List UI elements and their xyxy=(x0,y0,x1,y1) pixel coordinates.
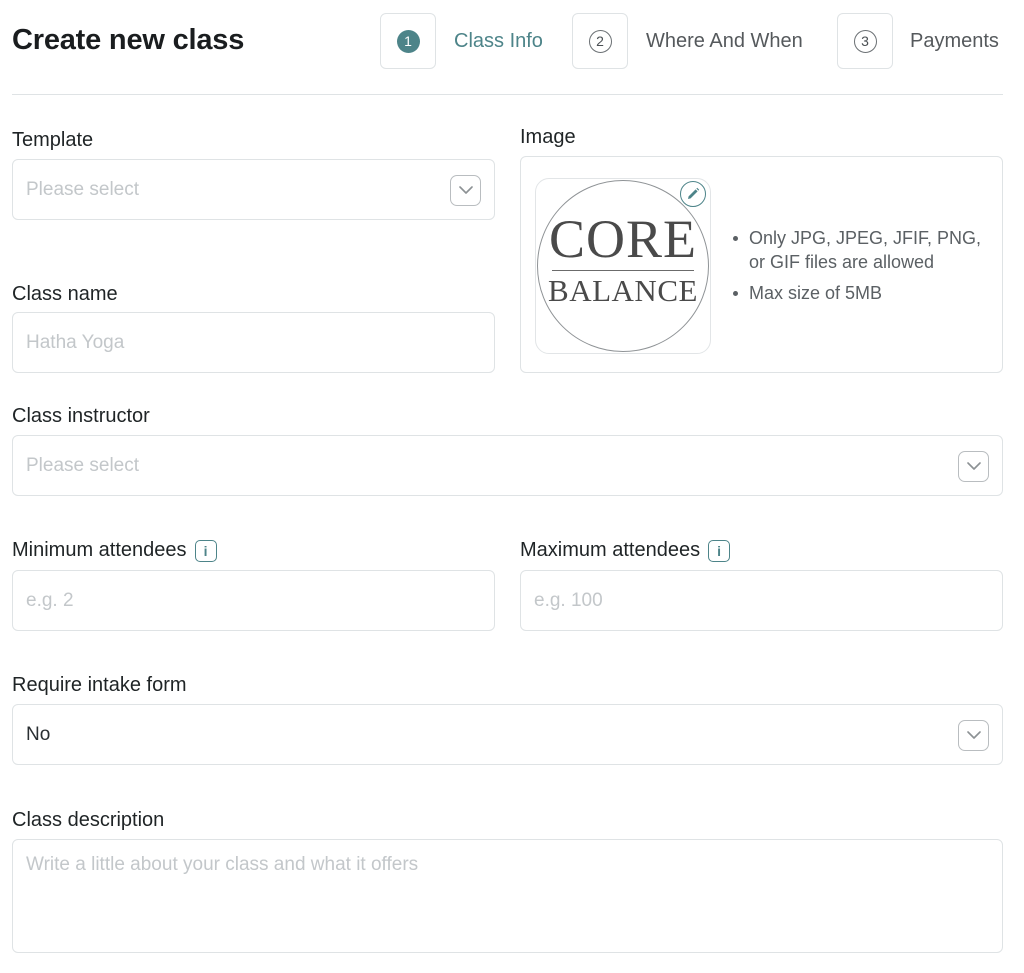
logo-text-balance: BALANCE xyxy=(548,273,698,308)
logo-text-core: CORE xyxy=(548,209,698,269)
description-label: Class description xyxy=(12,809,165,831)
chevron-down-icon[interactable] xyxy=(450,175,481,206)
template-label: Template xyxy=(12,129,94,151)
max-attendees-label-text: Maximum attendees xyxy=(520,539,701,561)
max-attendees-input[interactable]: e.g. 100 xyxy=(520,570,1003,631)
min-attendees-placeholder: e.g. 2 xyxy=(26,589,74,611)
class-name-label: Class name xyxy=(12,283,118,305)
image-label: Image xyxy=(520,126,576,148)
intake-form-select[interactable]: No xyxy=(12,704,1003,765)
step-3-number: 3 xyxy=(853,29,877,53)
logo-rule xyxy=(552,270,694,271)
description-textarea[interactable]: Write a little about your class and what… xyxy=(12,839,1003,953)
image-rule-formats: Only JPG, JPEG, JFIF, PNG, or GIF files … xyxy=(731,226,1001,274)
min-attendees-input[interactable]: e.g. 2 xyxy=(12,570,495,631)
header-divider xyxy=(12,94,1003,95)
intake-form-label: Require intake form xyxy=(12,674,187,696)
image-rule-size: Max size of 5MB xyxy=(731,281,1001,305)
class-name-input[interactable]: Hatha Yoga xyxy=(12,312,495,373)
step-3-button[interactable]: 3 xyxy=(837,13,893,69)
min-attendees-label: Minimum attendees i xyxy=(12,539,217,562)
template-placeholder: Please select xyxy=(26,178,140,200)
step-1-label[interactable]: Class Info xyxy=(454,30,543,53)
step-1-button[interactable]: 1 xyxy=(380,13,436,69)
step-2-button[interactable]: 2 xyxy=(572,13,628,69)
max-attendees-label: Maximum attendees i xyxy=(520,539,731,562)
min-attendees-label-text: Minimum attendees xyxy=(12,539,187,561)
image-upload-panel: CORE BALANCE Only JPG, JPEG, JFIF, PNG, … xyxy=(520,156,1003,373)
pencil-icon[interactable] xyxy=(680,181,706,207)
step-3-label[interactable]: Payments xyxy=(910,30,999,53)
chevron-down-icon[interactable] xyxy=(958,451,989,482)
image-rules-list: Only JPG, JPEG, JFIF, PNG, or GIF files … xyxy=(731,226,1001,312)
step-2-number: 2 xyxy=(588,29,612,53)
chevron-down-icon[interactable] xyxy=(958,720,989,751)
template-select[interactable]: Please select xyxy=(12,159,495,220)
instructor-placeholder: Please select xyxy=(26,454,140,476)
info-icon[interactable]: i xyxy=(194,539,217,562)
class-name-placeholder: Hatha Yoga xyxy=(26,331,125,353)
max-attendees-placeholder: e.g. 100 xyxy=(534,589,603,611)
instructor-select[interactable]: Please select xyxy=(12,435,1003,496)
page-title: Create new class xyxy=(12,24,245,56)
step-2-label[interactable]: Where And When xyxy=(646,30,803,53)
step-1-number: 1 xyxy=(396,29,420,53)
description-placeholder: Write a little about your class and what… xyxy=(26,854,419,875)
intake-form-value: No xyxy=(26,723,51,745)
info-icon[interactable]: i xyxy=(708,539,731,562)
instructor-label: Class instructor xyxy=(12,405,150,427)
